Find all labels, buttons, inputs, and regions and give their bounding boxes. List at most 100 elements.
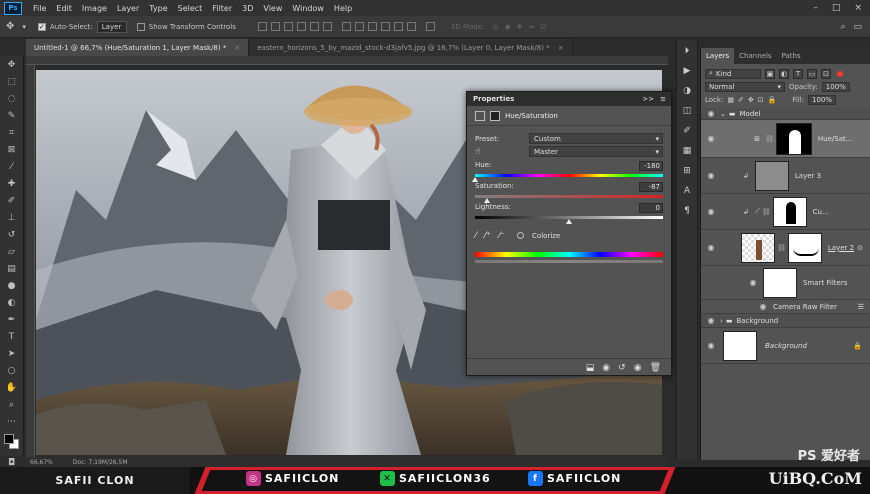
filter-smart-icon[interactable]: ⊡ xyxy=(821,68,831,79)
align-top-icon[interactable] xyxy=(257,22,267,31)
close-button[interactable]: × xyxy=(854,3,862,13)
expand-chevron-icon[interactable]: ⌄ xyxy=(720,110,726,118)
show-transform-checkbox[interactable] xyxy=(136,22,145,31)
zoom-tool-icon[interactable]: ⌕ xyxy=(4,398,20,412)
lock-all-icon[interactable]: 🔒 xyxy=(768,96,777,104)
view-previous-icon[interactable]: ◉ xyxy=(602,363,610,375)
lock-paint-icon[interactable]: ✐ xyxy=(738,96,744,104)
opacity-input[interactable]: 100% xyxy=(821,81,850,92)
targeted-adjust-icon[interactable]: ☝ xyxy=(475,147,480,157)
eye-icon[interactable]: ◉ xyxy=(757,302,769,311)
libraries-icon[interactable]: ◫ xyxy=(680,106,694,118)
eye-icon[interactable]: ◉ xyxy=(705,207,717,216)
filter-options-icon[interactable]: ☰ xyxy=(858,303,864,311)
maximize-button[interactable]: □ xyxy=(832,3,841,13)
frame-tool-icon[interactable]: ⊠ xyxy=(4,143,20,157)
filter-shape-icon[interactable]: ▭ xyxy=(807,68,817,79)
search-icon[interactable]: ⌕ xyxy=(840,22,845,32)
more-tools-icon[interactable]: ⋯ xyxy=(4,415,20,429)
eye-icon[interactable]: ◉ xyxy=(705,243,717,252)
brush-settings-icon[interactable]: ✐ xyxy=(680,126,694,138)
auto-select-target-dropdown[interactable]: Layer xyxy=(96,20,127,33)
eye-icon[interactable]: ◉ xyxy=(705,316,717,325)
lasso-tool-icon[interactable]: ◌ xyxy=(4,92,20,106)
zoom-level[interactable]: 66,67% xyxy=(30,459,53,466)
eye-icon[interactable]: ◉ xyxy=(705,341,717,350)
menu-view[interactable]: View xyxy=(258,4,287,13)
tab-untitled-1[interactable]: Untitled-1 @ 66,7% (Hue/Saturation 1, La… xyxy=(26,39,250,56)
crop-tool-icon[interactable]: ⌗ xyxy=(4,126,20,140)
menu-window[interactable]: Window xyxy=(287,4,329,13)
mask-thumbnail[interactable] xyxy=(787,232,822,263)
move-tool-icon[interactable]: ✥ xyxy=(4,58,20,72)
hue-slider-track[interactable] xyxy=(472,174,663,182)
lightness-value-input[interactable]: 0 xyxy=(639,203,663,213)
3d-rotate-icon[interactable]: ◎ xyxy=(492,23,498,31)
layer-curves[interactable]: ◉ ↲ ⟋ ⛓ Cu... xyxy=(701,194,870,230)
distribute-right-icon[interactable] xyxy=(406,22,416,31)
channel-dropdown[interactable]: Master ▾ xyxy=(529,146,663,157)
eyedropper-icon[interactable]: ⁄ xyxy=(475,231,477,241)
mask-thumbnail[interactable] xyxy=(775,122,812,155)
3d-roll-icon[interactable]: ◉ xyxy=(505,23,511,31)
filter-toggle[interactable] xyxy=(837,70,843,77)
lock-pixels-icon[interactable]: ▦ xyxy=(727,96,734,104)
menu-edit[interactable]: Edit xyxy=(51,4,77,13)
lightness-slider-track[interactable] xyxy=(475,216,663,224)
hand-tool-icon[interactable]: ✋ xyxy=(4,381,20,395)
pen-tool-icon[interactable]: ✒ xyxy=(4,313,20,327)
blend-mode-dropdown[interactable]: Normal ▾ xyxy=(705,81,785,92)
align-hcenter-icon[interactable] xyxy=(309,22,319,31)
tab-paths[interactable]: Paths xyxy=(777,48,806,64)
tab-eastern-horizons[interactable]: eastern_horizons_5_by_mazid_stock-d3jafv… xyxy=(249,39,573,56)
filter-mask-thumbnail[interactable] xyxy=(763,267,797,298)
reset-icon[interactable]: ↺ xyxy=(618,363,626,375)
layer-background-group[interactable]: ◉ › ▬ Background xyxy=(701,314,870,328)
quick-select-tool-icon[interactable]: ✎ xyxy=(4,109,20,123)
saturation-value-input[interactable]: -87 xyxy=(639,182,663,192)
auto-select-checkbox[interactable]: ✓ xyxy=(37,22,46,31)
layer-smart-filters[interactable]: ◉ Smart Filters xyxy=(701,266,870,300)
mask-icon[interactable] xyxy=(490,110,500,121)
panel-menu-icon[interactable]: ≡ xyxy=(660,95,666,103)
3d-scale-icon[interactable]: ⊡ xyxy=(540,23,546,31)
dodge-tool-icon[interactable]: ◐ xyxy=(4,296,20,310)
path-select-tool-icon[interactable]: ➤ xyxy=(4,347,20,361)
menu-file[interactable]: File xyxy=(28,4,51,13)
menu-help[interactable]: Help xyxy=(329,4,357,13)
colorize-checkbox[interactable] xyxy=(517,232,525,239)
align-vcenter-icon[interactable] xyxy=(270,22,280,31)
layer-camera-raw-filter[interactable]: ◉ Camera Raw Filter ☰ xyxy=(701,300,870,314)
eye-icon[interactable]: ◉ xyxy=(705,109,717,118)
menu-select[interactable]: Select xyxy=(173,4,208,13)
character-icon[interactable]: A xyxy=(680,186,694,198)
link-icon[interactable]: ⛓ xyxy=(777,244,786,252)
eye-icon[interactable]: ◉ xyxy=(747,278,759,287)
fill-input[interactable]: 100% xyxy=(808,94,837,105)
menu-type[interactable]: Type xyxy=(144,4,172,13)
layer-model-group[interactable]: ◉ ⌄ ▬ Model xyxy=(701,108,870,120)
swatches-icon[interactable]: ▦ xyxy=(680,146,694,158)
history-brush-tool-icon[interactable]: ↺ xyxy=(4,228,20,242)
saturation-slider-thumb[interactable] xyxy=(484,198,491,203)
brush-tool-icon[interactable]: ✐ xyxy=(4,194,20,208)
saturation-slider-track[interactable] xyxy=(475,195,663,203)
menu-filter[interactable]: Filter xyxy=(207,4,237,13)
eye-icon[interactable]: ◉ xyxy=(705,134,717,143)
link-icon[interactable]: ⛓ xyxy=(765,135,774,143)
filter-pixel-icon[interactable]: ▣ xyxy=(765,68,775,79)
mask-thumbnail[interactable] xyxy=(772,196,807,227)
tab-layers[interactable]: Layers xyxy=(701,48,735,64)
filter-type-icon[interactable]: T xyxy=(793,68,803,79)
link-icon[interactable]: ⛓ xyxy=(762,208,771,216)
eraser-tool-icon[interactable]: ▱ xyxy=(4,245,20,259)
adjustments-icon[interactable]: ◑ xyxy=(680,86,694,98)
layer-hue-saturation[interactable]: ◉ ⊞ ⛓ Hue/Sat... xyxy=(701,120,870,158)
layer-layer-3[interactable]: ◉ ↲ Layer 3 xyxy=(701,158,870,194)
auto-align-icon[interactable] xyxy=(425,22,435,31)
layer-thumbnail[interactable] xyxy=(754,160,789,191)
3d-pan-icon[interactable]: ✥ xyxy=(517,23,523,31)
layer-thumbnail[interactable] xyxy=(723,330,757,361)
menu-image[interactable]: Image xyxy=(77,4,112,13)
layer-thumbnail[interactable] xyxy=(741,232,775,263)
